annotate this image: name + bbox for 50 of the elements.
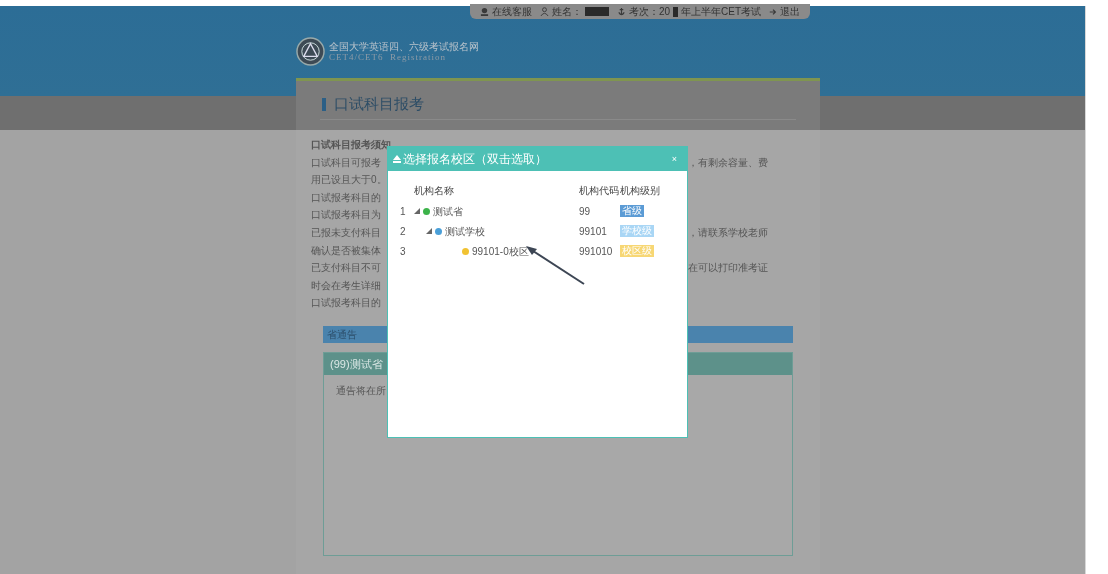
- notice-text: ，请联系学校老师: [688, 225, 768, 240]
- notice-text: 口试科目可报考: [311, 155, 381, 170]
- toolbar-link[interactable]: 考次：20: [628, 4, 670, 19]
- title-marker: [322, 97, 326, 111]
- notice-text: 确认是否被集体: [311, 243, 381, 258]
- toolbar-link[interactable]: 在线客服: [491, 4, 532, 19]
- row-number: 2: [400, 224, 407, 239]
- panel-body-text: 通告将在所: [335, 383, 387, 398]
- level-tag: 省级: [620, 205, 644, 217]
- row-number: 3: [400, 244, 407, 259]
- page-title: 口试科目报考: [334, 93, 424, 114]
- table-cell-text: 99101: [579, 224, 608, 239]
- table-cell-text: 99: [579, 204, 592, 219]
- column-header: 机构代码: [579, 183, 620, 198]
- toolbar-link[interactable]: 退出: [780, 4, 800, 19]
- node-dot-icon: [423, 207, 430, 215]
- tree-item[interactable]: 99101-0校区: [472, 243, 529, 259]
- column-header: 机构级别: [620, 183, 660, 198]
- column-header: 机构名称: [414, 183, 455, 198]
- close-button[interactable]: ×: [671, 154, 677, 164]
- tree-item[interactable]: 测试省: [433, 203, 463, 219]
- tree-toggle-icon[interactable]: [426, 228, 432, 234]
- notice-text: 在可以打印准考证: [688, 261, 768, 276]
- notice-text: ，有剩余容量、费: [688, 155, 768, 170]
- notice-text: 口试报考科目的: [311, 190, 381, 205]
- emblem-logo: [296, 37, 325, 66]
- site-subtitle: CET4/CET6 Registration: [329, 51, 447, 63]
- dialog-title: 选择报名校区（双击选取）: [403, 151, 547, 168]
- notice-text: 时会在考生详细: [311, 278, 381, 293]
- notice-text: 用已设且大于0。: [311, 173, 387, 188]
- upload-icon: [393, 155, 401, 163]
- user-icon: [539, 7, 549, 16]
- anchor-icon: [616, 7, 626, 16]
- level-tag: 校区级: [620, 245, 654, 257]
- node-dot-icon: [435, 227, 442, 235]
- toolbar-link[interactable]: 姓名：: [551, 4, 582, 19]
- notice-text: 口试报考科目为: [311, 208, 381, 223]
- notice-text: 口试报考科目的: [311, 296, 381, 311]
- tree-item[interactable]: 测试学校: [445, 223, 485, 239]
- tree-toggle-icon[interactable]: [414, 208, 420, 214]
- level-tag: 学校级: [620, 225, 654, 237]
- table-cell-text: 991010: [579, 244, 614, 259]
- redaction-block: [673, 6, 678, 17]
- notice-text: 已支付科目不可: [311, 261, 381, 276]
- node-dot-icon: [462, 247, 469, 255]
- logout-icon: [769, 7, 777, 16]
- redaction-block: [584, 7, 609, 16]
- site-title: 全国大学英语四、六级考试报名网: [329, 40, 479, 52]
- notice-text: 已报未支付科目: [311, 225, 381, 240]
- row-number: 1: [400, 204, 407, 219]
